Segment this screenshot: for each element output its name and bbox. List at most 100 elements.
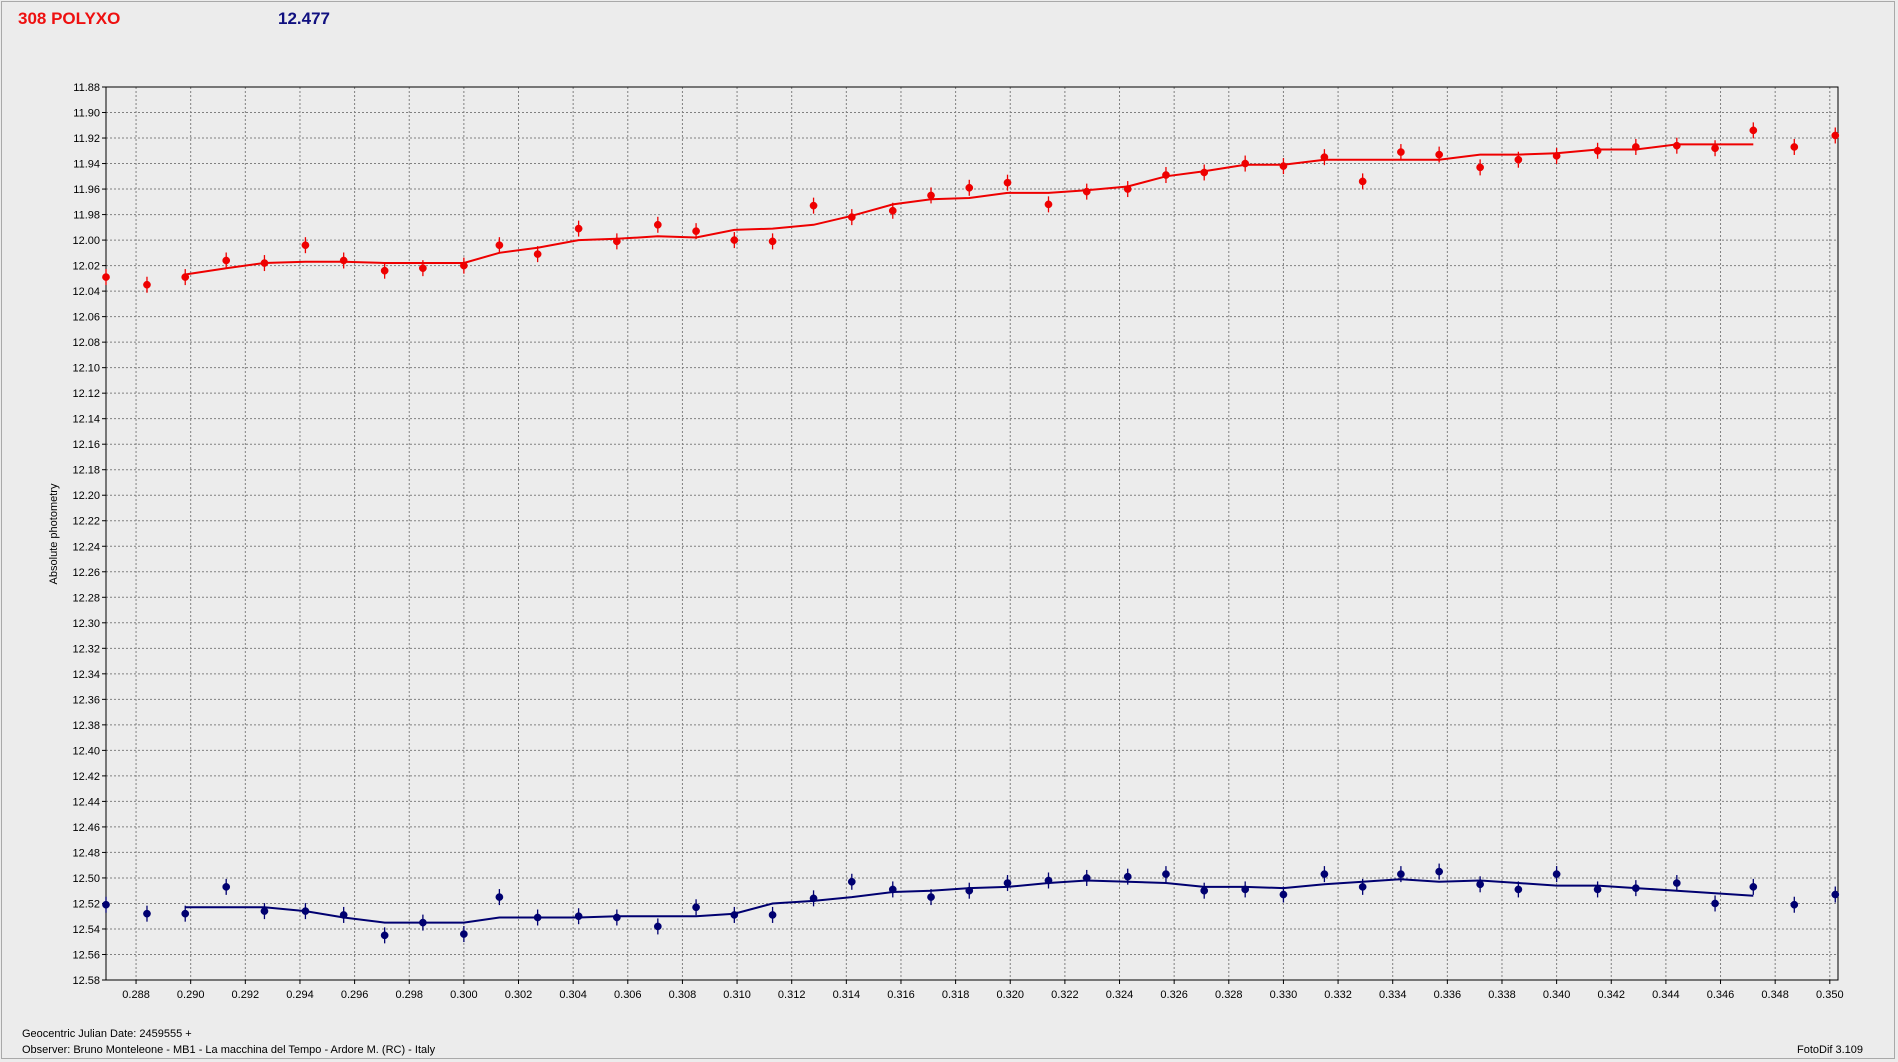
y-tick-label: 12.02 — [72, 261, 100, 273]
x-tick-label: 0.324 — [1106, 989, 1134, 1001]
series-1-point — [181, 273, 190, 281]
y-tick-label: 12.44 — [72, 796, 100, 808]
x-tick-label: 0.320 — [996, 989, 1024, 1001]
series-1-point — [301, 241, 310, 250]
series-1-point — [1279, 162, 1288, 170]
y-tick-label: 12.30 — [72, 618, 100, 630]
series-1-point — [1476, 163, 1484, 172]
series-2-point — [809, 894, 818, 903]
series-1-point — [1200, 168, 1209, 177]
series-1-point — [1082, 187, 1091, 196]
series-2-point — [460, 930, 468, 938]
series-1-point — [809, 201, 818, 210]
y-tick-label: 12.18 — [72, 465, 100, 477]
observer-label: Observer: Bruno Monteleone - MB1 - La ma… — [22, 1044, 436, 1056]
series-1-point — [1790, 143, 1799, 151]
series-2-point — [613, 913, 621, 922]
series-1-point — [1320, 153, 1329, 162]
series-1-point — [1749, 126, 1758, 135]
y-tick-label: 12.12 — [72, 388, 100, 400]
y-tick-label: 12.10 — [72, 363, 100, 375]
y-tick-label: 11.94 — [73, 159, 100, 171]
series-2-point — [1749, 883, 1758, 891]
series-2-point — [888, 885, 897, 894]
software-version: FotoDif 3.109 — [1797, 1044, 1864, 1056]
series-1-point — [1514, 155, 1523, 164]
series-1-point — [847, 213, 856, 221]
series-2-point — [222, 883, 231, 891]
series-1-point — [1003, 178, 1012, 187]
series-2-point — [339, 911, 348, 919]
x-tick-label: 0.350 — [1816, 989, 1844, 1001]
series-2-point — [533, 913, 542, 922]
series-1-point — [1044, 200, 1053, 209]
y-tick-label: 12.14 — [72, 414, 100, 426]
y-tick-label: 12.56 — [72, 949, 100, 961]
y-tick-label: 12.28 — [72, 592, 100, 604]
series-2-point — [1162, 870, 1170, 878]
series-1-point — [102, 273, 110, 281]
series-1-point — [495, 241, 504, 250]
series-2-point — [965, 886, 974, 895]
series-2-point — [102, 900, 110, 909]
series-1-point — [1631, 143, 1640, 151]
series-2-point — [419, 918, 427, 927]
x-tick-label: 0.322 — [1051, 989, 1079, 1001]
series-1-point — [222, 256, 231, 265]
series-2-point — [1514, 885, 1523, 894]
series-1-point — [965, 183, 974, 192]
y-tick-label: 12.22 — [72, 516, 100, 528]
series-2-point — [653, 922, 662, 931]
series-2-point — [1358, 883, 1367, 891]
x-tick-label: 0.330 — [1270, 989, 1298, 1001]
series-2-point — [380, 931, 389, 940]
x-tick-label: 0.288 — [122, 989, 150, 1001]
y-tick-label: 12.46 — [72, 822, 100, 834]
x-tick-label: 0.318 — [942, 989, 970, 1001]
y-tick-label: 12.24 — [72, 541, 100, 553]
y-tick-label: 12.50 — [72, 873, 100, 885]
series-1-point — [419, 264, 427, 273]
x-tick-label: 0.306 — [614, 989, 642, 1001]
x-tick-label: 0.342 — [1597, 989, 1625, 1001]
x-tick-label: 0.326 — [1160, 989, 1188, 1001]
y-axis-label: Absolute photometry — [48, 483, 60, 584]
x-tick-label: 0.302 — [505, 989, 533, 1001]
series-2-point — [1241, 885, 1250, 894]
y-tick-label: 12.36 — [72, 694, 100, 706]
series-1-point — [460, 261, 468, 270]
y-tick-label: 11.98 — [73, 210, 100, 222]
y-tick-label: 12.20 — [72, 490, 100, 502]
series-2-point — [1082, 874, 1091, 882]
series-2-point — [1711, 899, 1719, 908]
y-tick-label: 12.54 — [72, 924, 100, 936]
series-1-point — [1552, 152, 1561, 160]
x-tick-label: 0.328 — [1215, 989, 1243, 1001]
series-2-point — [768, 911, 777, 919]
x-tick-label: 0.308 — [669, 989, 697, 1001]
y-tick-label: 12.06 — [72, 312, 100, 324]
plot-area — [106, 87, 1838, 980]
series-2-point — [730, 911, 739, 919]
series-2-point — [927, 893, 935, 901]
y-tick-label: 12.32 — [72, 643, 100, 655]
series-2-point — [1320, 870, 1329, 878]
series-2-point — [1003, 879, 1012, 887]
series-2-point — [1123, 872, 1132, 881]
series-1-point — [1831, 131, 1840, 140]
x-tick-label: 0.348 — [1761, 989, 1789, 1001]
series-1-point — [768, 237, 777, 246]
series-1-point — [730, 236, 739, 244]
series-1-point — [533, 250, 542, 258]
series-1-point — [653, 220, 662, 229]
series-1-point — [339, 256, 348, 265]
series-2-point — [847, 877, 856, 886]
series-2-point — [143, 909, 151, 918]
x-tick-label: 0.316 — [887, 989, 915, 1001]
series-1-point — [613, 237, 621, 246]
x-tick-label: 0.292 — [232, 989, 260, 1001]
y-tick-label: 12.52 — [72, 898, 100, 910]
x-tick-label: 0.296 — [341, 989, 369, 1001]
y-tick-label: 12.34 — [72, 669, 100, 681]
series-1-point — [1435, 150, 1443, 159]
